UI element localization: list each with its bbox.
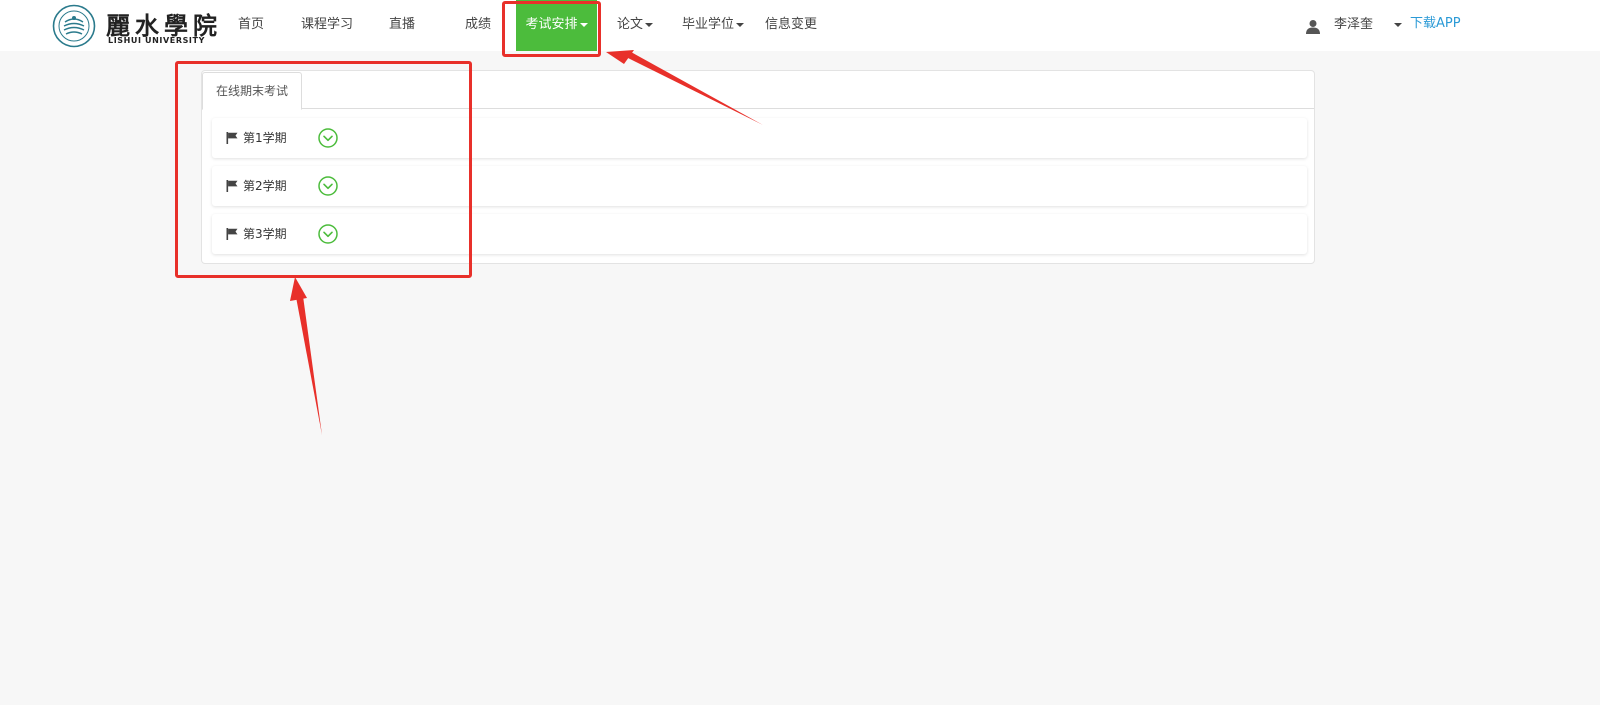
term-row-1[interactable]: 第1学期 xyxy=(212,118,1307,158)
chevron-down-circle-icon[interactable] xyxy=(318,128,338,148)
exam-panel: 在线期末考试 第1学期 第2学期 第3学期 xyxy=(201,70,1315,264)
university-seal-icon xyxy=(52,4,96,48)
term-row-2[interactable]: 第2学期 xyxy=(212,166,1307,206)
nav-course-study[interactable]: 课程学习 xyxy=(301,0,353,51)
dropdown-caret-icon xyxy=(645,22,654,27)
exam-tab-bar: 在线期末考试 xyxy=(202,71,1314,110)
logo-english-name: LISHUI UNIVERSITY xyxy=(108,36,205,45)
annotation-arrow-terms xyxy=(296,296,322,435)
nav-info-change-label: 信息变更 xyxy=(765,17,818,32)
user-menu-caret-icon[interactable] xyxy=(1394,23,1402,27)
tab-online-final-exam[interactable]: 在线期末考试 xyxy=(202,72,302,110)
nav-thesis[interactable]: 论文 xyxy=(617,0,654,51)
nav-graduation-degree[interactable]: 毕业学位 xyxy=(682,0,745,51)
flag-icon xyxy=(226,228,238,240)
nav-info-change[interactable]: 信息变更 xyxy=(765,0,817,51)
term-label: 第3学期 xyxy=(243,227,287,241)
nav-home[interactable]: 首页 xyxy=(238,0,264,51)
term-label: 第1学期 xyxy=(243,131,287,145)
annotation-arrowhead-terms xyxy=(290,277,307,301)
nav-course-study-label: 课程学习 xyxy=(301,17,354,32)
download-app-link[interactable]: 下载APP xyxy=(1410,0,1461,48)
nav-live-label: 直播 xyxy=(389,17,416,32)
nav-graduation-degree-label: 毕业学位 xyxy=(682,17,735,32)
university-logo[interactable]: 麗水學院 LISHUI UNIVERSITY xyxy=(52,4,217,48)
nav-home-label: 首页 xyxy=(238,17,265,32)
chevron-down-circle-icon[interactable] xyxy=(318,176,338,196)
user-icon xyxy=(1306,20,1320,34)
flag-icon xyxy=(226,180,238,192)
chevron-down-circle-icon[interactable] xyxy=(318,224,338,244)
nav-live[interactable]: 直播 xyxy=(389,0,415,51)
dropdown-caret-icon xyxy=(579,22,588,27)
nav-exam-schedule[interactable]: 考试安排 xyxy=(516,0,597,51)
term-label: 第2学期 xyxy=(243,179,287,193)
term-row-3[interactable]: 第3学期 xyxy=(212,214,1307,254)
annotation-arrowhead-nav xyxy=(606,50,634,64)
nav-exam-schedule-label: 考试安排 xyxy=(525,17,578,32)
top-navbar: 麗水學院 LISHUI UNIVERSITY 首页 课程学习 直播 成绩 考试安… xyxy=(0,0,1600,51)
dropdown-caret-icon xyxy=(736,22,745,27)
nav-grades[interactable]: 成绩 xyxy=(465,0,491,51)
nav-thesis-label: 论文 xyxy=(617,17,644,32)
flag-icon xyxy=(226,132,238,144)
nav-grades-label: 成绩 xyxy=(465,17,492,32)
user-name[interactable]: 李泽奎 xyxy=(1334,0,1373,50)
